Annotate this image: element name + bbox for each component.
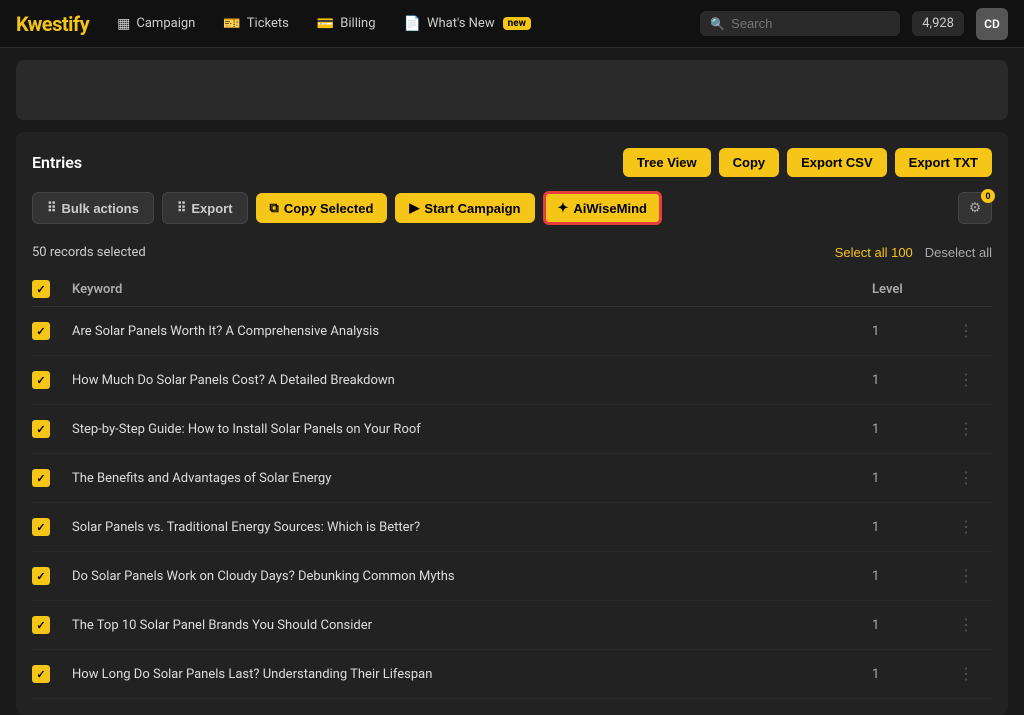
banner [16,60,1008,120]
selection-row: 50 records selected Select all 100 Desel… [32,237,992,268]
nav-label-whats-new: What's New [427,16,495,31]
level-cell: 1 [872,520,952,535]
keyword-cell: Do Solar Panels Work on Cloudy Days? Deb… [72,569,872,584]
search-input[interactable] [731,16,890,31]
keyword-cell: The Benefits and Advantages of Solar Ene… [72,471,872,486]
selection-count: 50 records selected [32,245,146,260]
filter-icon: ⚙ [969,200,981,216]
table-row: ✓ Step-by-Step Guide: How to Install Sol… [32,405,992,454]
copy-selected-label: Copy Selected [284,201,374,216]
row-checkbox[interactable]: ✓ [32,665,50,683]
app-logo: Kwestify [16,12,89,36]
row-checkbox[interactable]: ✓ [32,567,50,585]
table-row: ✓ Are Solar Panels Worth It? A Comprehen… [32,307,992,356]
tree-view-button[interactable]: Tree View [623,148,711,177]
level-cell: 1 [872,373,952,388]
nav-item-campaign[interactable]: ▦ Campaign [105,10,207,38]
bulk-actions-label: Bulk actions [62,201,139,216]
whats-new-icon: 📄 [404,16,421,32]
table-body: ✓ Are Solar Panels Worth It? A Comprehen… [32,307,992,699]
table-row: ✓ How Much Do Solar Panels Cost? A Detai… [32,356,992,405]
keyword-cell: How Much Do Solar Panels Cost? A Detaile… [72,373,872,388]
entries-panel: Entries Tree View Copy Export CSV Export… [16,132,1008,715]
search-box: 🔍 [700,11,900,36]
row-menu-button[interactable]: ⋮ [952,564,980,588]
row-menu-button[interactable]: ⋮ [952,466,980,490]
level-cell: 1 [872,618,952,633]
row-checkbox[interactable]: ✓ [32,322,50,340]
select-all-button[interactable]: Select all 100 [835,245,913,260]
row-menu-button[interactable]: ⋮ [952,368,980,392]
aiwisemind-label: AiWiseMind [573,201,647,216]
keyword-cell: The Top 10 Solar Panel Brands You Should… [72,618,872,633]
export-csv-button[interactable]: Export CSV [787,148,887,177]
copy-button[interactable]: Copy [719,148,780,177]
toolbar: ⠿ Bulk actions ⠿ Export ⧉ Copy Selected … [32,191,992,225]
filter-button[interactable]: ⚙ 0 [958,192,992,224]
deselect-all-button[interactable]: Deselect all [925,245,992,260]
export-dots: ⠿ [177,200,187,216]
nav-label-tickets: Tickets [247,16,289,31]
avatar[interactable]: CD [976,8,1008,40]
row-checkbox[interactable]: ✓ [32,469,50,487]
row-menu-button[interactable]: ⋮ [952,417,980,441]
keyword-cell: Are Solar Panels Worth It? A Comprehensi… [72,324,872,339]
entries-title: Entries [32,153,615,172]
row-checkbox[interactable]: ✓ [32,371,50,389]
credits-badge: 4,928 [912,11,964,36]
row-menu-button[interactable]: ⋮ [952,515,980,539]
level-cell: 1 [872,471,952,486]
row-menu-button[interactable]: ⋮ [952,662,980,686]
bulk-actions-dots: ⠿ [47,200,57,216]
table-row: ✓ The Benefits and Advantages of Solar E… [32,454,992,503]
copy-selected-icon: ⧉ [270,200,279,216]
export-txt-button[interactable]: Export TXT [895,148,992,177]
filter-count-badge: 0 [981,189,995,203]
row-menu-button[interactable]: ⋮ [952,613,980,637]
row-checkbox[interactable]: ✓ [32,518,50,536]
nav-label-campaign: Campaign [136,16,195,31]
table-row: ✓ How Long Do Solar Panels Last? Underst… [32,650,992,699]
table-row: ✓ The Top 10 Solar Panel Brands You Shou… [32,601,992,650]
start-icon: ▶ [409,200,419,216]
tickets-icon: 🎫 [223,16,240,32]
header-keyword: Keyword [72,282,872,297]
level-cell: 1 [872,569,952,584]
copy-selected-button[interactable]: ⧉ Copy Selected [256,193,388,223]
table-row: ✓ Do Solar Panels Work on Cloudy Days? D… [32,552,992,601]
row-checkbox[interactable]: ✓ [32,420,50,438]
export-label: Export [191,201,232,216]
header-checkbox-col: ✓ [32,280,72,298]
level-cell: 1 [872,324,952,339]
row-menu-button[interactable]: ⋮ [952,319,980,343]
table-row: ✓ Solar Panels vs. Traditional Energy So… [32,503,992,552]
start-campaign-button[interactable]: ▶ Start Campaign [395,193,534,223]
keyword-cell: Solar Panels vs. Traditional Energy Sour… [72,520,872,535]
bulk-actions-button[interactable]: ⠿ Bulk actions [32,192,154,224]
start-campaign-label: Start Campaign [424,201,520,216]
table-header: ✓ Keyword Level [32,272,992,307]
row-checkbox[interactable]: ✓ [32,616,50,634]
whats-new-badge: new [503,17,531,30]
select-all-checkbox[interactable]: ✓ [32,280,50,298]
top-navigation: Kwestify ▦ Campaign 🎫 Tickets 💳 Billing … [0,0,1024,48]
nav-item-billing[interactable]: 💳 Billing [305,10,388,38]
search-icon: 🔍 [710,17,725,31]
keyword-cell: Step-by-Step Guide: How to Install Solar… [72,422,872,437]
entries-header: Entries Tree View Copy Export CSV Export… [32,148,992,177]
nav-item-whats-new[interactable]: 📄 What's New new [392,10,543,38]
campaign-icon: ▦ [117,16,130,32]
selection-actions: Select all 100 Deselect all [835,245,992,260]
keyword-cell: How Long Do Solar Panels Last? Understan… [72,667,872,682]
aiwisemind-button[interactable]: ✦ AiWiseMind [543,191,662,225]
level-cell: 1 [872,667,952,682]
level-cell: 1 [872,422,952,437]
nav-label-billing: Billing [340,16,375,31]
nav-item-tickets[interactable]: 🎫 Tickets [211,10,300,38]
aiwisemind-icon: ✦ [558,200,569,216]
header-level: Level [872,282,952,297]
export-button[interactable]: ⠿ Export [162,192,248,224]
billing-icon: 💳 [317,16,334,32]
